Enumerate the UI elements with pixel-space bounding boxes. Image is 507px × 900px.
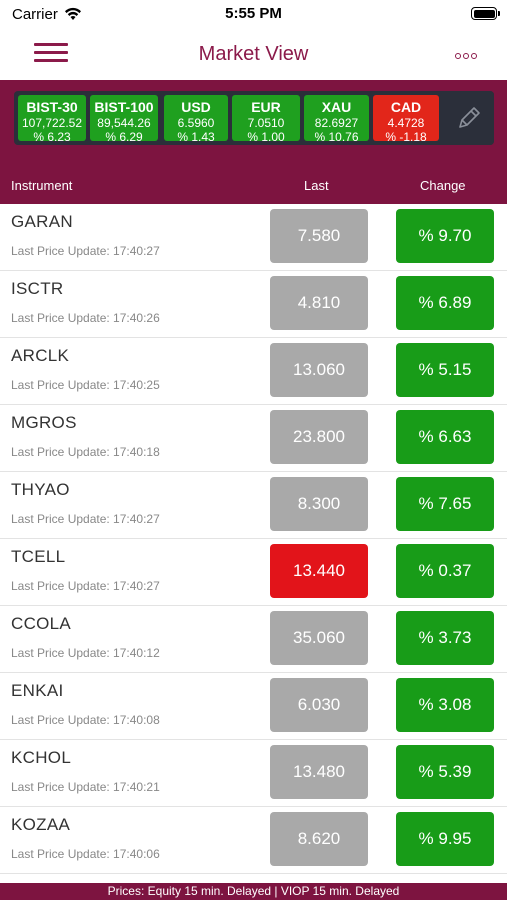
- instrument-symbol: ISCTR: [11, 279, 64, 298]
- page-title: Market View: [198, 42, 309, 65]
- instrument-row[interactable]: ARCLK Last Price Update: 17:40:25 13.060 % …: [0, 338, 507, 405]
- ticker-change: % 6.23: [33, 130, 71, 144]
- change-badge: % 5.15: [396, 343, 494, 397]
- change-badge: % 9.70: [396, 209, 494, 263]
- last-price-badge: 6.030: [270, 678, 368, 732]
- last-update-time: Last Price Update: 17:40:27: [11, 512, 160, 526]
- instrument-symbol: TCELL: [11, 547, 66, 566]
- last-price-badge: 8.620: [270, 812, 368, 866]
- instrument-symbol: THYAO: [11, 480, 70, 499]
- ticker-change: % 1.43: [177, 130, 215, 144]
- battery-icon: [471, 7, 500, 20]
- ticker-name: CAD: [390, 99, 422, 115]
- instrument-symbol: ENKAI: [11, 681, 64, 700]
- header-last: Last: [304, 178, 329, 193]
- change-badge: % 3.08: [396, 678, 494, 732]
- last-update-time: Last Price Update: 17:40:06: [11, 847, 160, 861]
- last-update-time: Last Price Update: 17:40:08: [11, 713, 160, 727]
- header-instrument: Instrument: [11, 178, 73, 193]
- change-badge: % 5.39: [396, 745, 494, 799]
- instrument-symbol: KOZAA: [11, 815, 71, 834]
- ticker-tile[interactable]: XAU 82.6927% 10.76: [304, 95, 369, 144]
- status-bar: Carrier 5:55 PM: [0, 0, 507, 28]
- instrument-symbol: MGROS: [11, 413, 77, 432]
- last-update-time: Last Price Update: 17:40:21: [11, 780, 160, 794]
- last-update-time: Last Price Update: 17:40:27: [11, 244, 160, 258]
- last-update-time: Last Price Update: 17:40:12: [11, 646, 160, 660]
- ticker-band: BIST-30 107,722.52% 6.23 BIST-100 89,544.26…: [0, 80, 507, 204]
- last-update-time: Last Price Update: 17:40:25: [11, 378, 160, 392]
- change-badge: % 6.89: [396, 276, 494, 330]
- change-badge: % 6.63: [396, 410, 494, 464]
- instrument-row[interactable]: ENKAI Last Price Update: 17:40:08 6.030 % 3…: [0, 673, 507, 740]
- last-price-badge: 8.300: [270, 477, 368, 531]
- ticker-value: 7.0510: [247, 116, 285, 130]
- ticker-name: BIST-30: [26, 99, 78, 115]
- instrument-row[interactable]: MGROS Last Price Update: 17:40:18 23.800 % …: [0, 405, 507, 472]
- nav-bar: Market View: [0, 28, 507, 80]
- ticker-value: 82.6927: [314, 116, 359, 130]
- edit-tickers-button[interactable]: [444, 91, 494, 145]
- ticker-name: USD: [181, 99, 211, 115]
- instrument-symbol: GARAN: [11, 212, 73, 231]
- header-change: Change: [420, 178, 466, 193]
- instrument-row[interactable]: KOZAA Last Price Update: 17:40:06 8.620 % 9…: [0, 807, 507, 874]
- instrument-row[interactable]: GARAN Last Price Update: 17:40:27 7.580 % 9…: [0, 204, 507, 271]
- more-options-icon[interactable]: [453, 43, 477, 64]
- ticker-change: % 10.76: [314, 130, 359, 144]
- ticker-value: 4.4728: [387, 116, 425, 130]
- menu-icon[interactable]: [34, 41, 68, 65]
- last-update-time: Last Price Update: 17:40:18: [11, 445, 160, 459]
- instrument-symbol: CCOLA: [11, 614, 72, 633]
- instrument-list[interactable]: GARAN Last Price Update: 17:40:27 7.580 % 9…: [0, 204, 507, 874]
- instrument-symbol: ARCLK: [11, 346, 70, 365]
- change-badge: % 0.37: [396, 544, 494, 598]
- ticker-tile[interactable]: BIST-30 107,722.52% 6.23: [18, 95, 86, 144]
- last-update-time: Last Price Update: 17:40:26: [11, 311, 160, 325]
- ticker-name: BIST-100: [94, 99, 154, 115]
- delay-notice: Prices: Equity 15 min. Delayed | VIOP 15…: [0, 883, 507, 900]
- last-price-badge: 13.480: [270, 745, 368, 799]
- change-badge: % 7.65: [396, 477, 494, 531]
- ticker-value: 107,722.52: [21, 116, 83, 130]
- column-headers: Instrument Last Change: [0, 175, 507, 197]
- ticker-tile[interactable]: USD 6.5960% 1.43: [164, 95, 228, 144]
- change-badge: % 9.95: [396, 812, 494, 866]
- instrument-row[interactable]: ISCTR Last Price Update: 17:40:26 4.810 % 6…: [0, 271, 507, 338]
- last-price-badge: 7.580: [270, 209, 368, 263]
- ticker-tile[interactable]: EUR 7.0510% 1.00: [232, 95, 300, 144]
- ticker-value: 6.5960: [177, 116, 215, 130]
- last-price-badge: 4.810: [270, 276, 368, 330]
- last-price-badge: 13.060: [270, 343, 368, 397]
- ticker-name: XAU: [321, 99, 352, 115]
- ticker-change: % 6.29: [105, 130, 143, 144]
- app-screen: Carrier 5:55 PM Market View BIST-30 107,7…: [0, 0, 507, 900]
- last-price-badge: 13.440: [270, 544, 368, 598]
- instrument-symbol: KCHOL: [11, 748, 72, 767]
- last-update-time: Last Price Update: 17:40:27: [11, 579, 160, 593]
- instrument-row[interactable]: THYAO Last Price Update: 17:40:27 8.300 % 7…: [0, 472, 507, 539]
- last-price-badge: 35.060: [270, 611, 368, 665]
- change-badge: % 3.73: [396, 611, 494, 665]
- last-price-badge: 23.800: [270, 410, 368, 464]
- pencil-icon: [459, 107, 480, 128]
- ticker-change: % -1.18: [385, 130, 427, 144]
- clock: 5:55 PM: [225, 5, 282, 22]
- instrument-row[interactable]: KCHOL Last Price Update: 17:40:21 13.480 % …: [0, 740, 507, 807]
- ticker-change: % 1.00: [247, 130, 285, 144]
- instrument-row[interactable]: CCOLA Last Price Update: 17:40:12 35.060 % …: [0, 606, 507, 673]
- ticker-tile[interactable]: BIST-100 89,544.26% 6.29: [90, 95, 158, 144]
- ticker-strip[interactable]: BIST-30 107,722.52% 6.23 BIST-100 89,544.26…: [14, 91, 494, 145]
- ticker-name: EUR: [251, 99, 281, 115]
- instrument-row[interactable]: TCELL Last Price Update: 17:40:27 13.440 % …: [0, 539, 507, 606]
- ticker-tile[interactable]: CAD 4.4728% -1.18: [373, 95, 439, 144]
- ticker-value: 89,544.26: [97, 116, 151, 130]
